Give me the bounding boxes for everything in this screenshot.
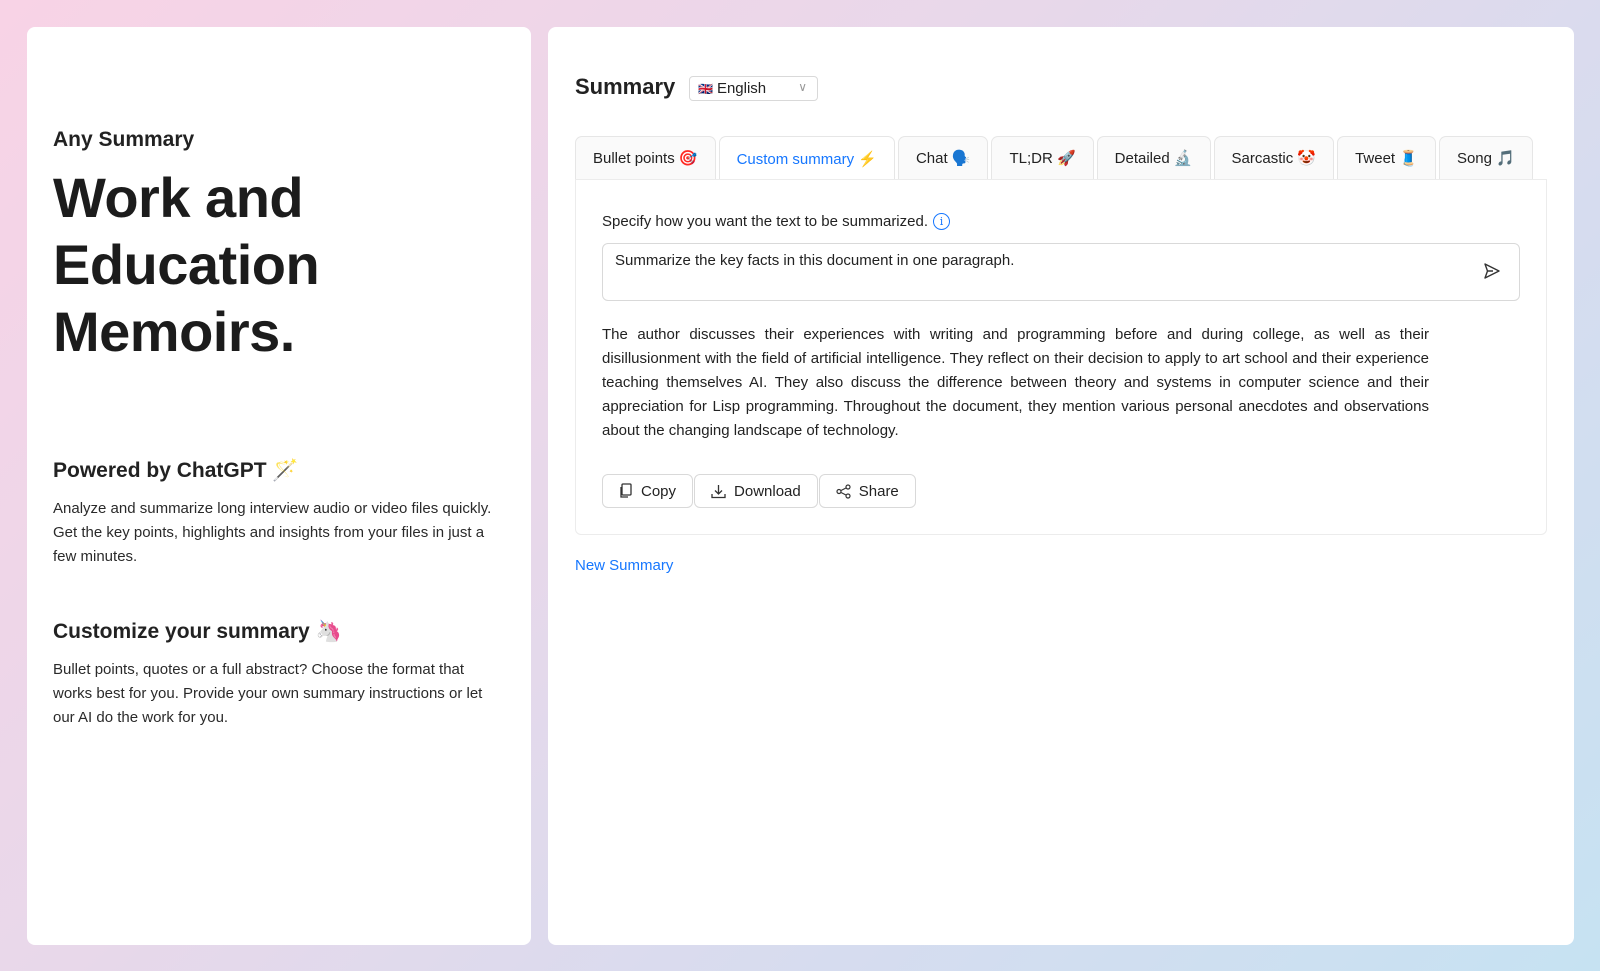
instruction-label: Specify how you want the text to be summ… <box>602 213 950 230</box>
download-button[interactable]: Download <box>694 474 818 508</box>
section-text-customize: Bullet points, quotes or a full abstract… <box>53 658 503 730</box>
section-text-powered: Analyze and summarize long interview aud… <box>53 497 503 569</box>
output-actions: Copy Download Share <box>602 474 917 508</box>
summary-tabs: Bullet points 🎯 Custom summary ⚡ Chat 🗣️… <box>575 136 1533 179</box>
download-icon <box>711 484 726 499</box>
language-value: English <box>717 80 766 97</box>
document-title: Work and Education Memoirs. <box>53 164 319 365</box>
tab-sarcastic[interactable]: Sarcastic 🤡 <box>1214 136 1335 179</box>
title-line: Memoirs. <box>53 298 319 365</box>
info-icon[interactable]: i <box>933 213 950 230</box>
intro-card: Any Summary Work and Education Memoirs. … <box>27 27 531 945</box>
language-select[interactable]: 🇬🇧 English ∨ <box>689 76 818 101</box>
chevron-down-icon: ∨ <box>798 80 807 94</box>
download-label: Download <box>734 483 801 500</box>
copy-button[interactable]: Copy <box>602 474 693 508</box>
copy-icon <box>619 483 633 499</box>
summary-card: Summary 🇬🇧 English ∨ Bullet points 🎯 Cus… <box>548 27 1574 945</box>
title-line: Education <box>53 231 319 298</box>
send-icon[interactable] <box>1483 262 1501 284</box>
new-summary-link[interactable]: New Summary <box>575 557 673 574</box>
summary-title: Summary <box>575 74 675 100</box>
share-label: Share <box>859 483 899 500</box>
title-line: Work and <box>53 164 319 231</box>
section-heading-powered: Powered by ChatGPT 🪄 <box>53 459 299 483</box>
tab-tldr[interactable]: TL;DR 🚀 <box>991 136 1093 179</box>
tab-custom-summary[interactable]: Custom summary ⚡ <box>719 136 895 180</box>
share-button[interactable]: Share <box>819 474 916 508</box>
tab-chat[interactable]: Chat 🗣️ <box>898 136 989 179</box>
tab-bullet-points[interactable]: Bullet points 🎯 <box>575 136 716 179</box>
tab-song[interactable]: Song 🎵 <box>1439 136 1533 179</box>
instruction-value: Summarize the key facts in this document… <box>615 252 1014 269</box>
flag-icon: 🇬🇧 <box>698 82 713 96</box>
copy-label: Copy <box>641 483 676 500</box>
brand-name: Any Summary <box>53 128 194 152</box>
tab-tweet[interactable]: Tweet 🧵 <box>1337 136 1436 179</box>
instruction-input[interactable]: Summarize the key facts in this document… <box>602 243 1520 301</box>
tab-detailed[interactable]: Detailed 🔬 <box>1097 136 1211 179</box>
tab-panel: Specify how you want the text to be summ… <box>575 179 1547 535</box>
instruction-label-text: Specify how you want the text to be summ… <box>602 213 928 230</box>
summary-output: The author discusses their experiences w… <box>602 323 1429 443</box>
share-icon <box>836 484 851 499</box>
section-heading-customize: Customize your summary 🦄 <box>53 620 342 644</box>
